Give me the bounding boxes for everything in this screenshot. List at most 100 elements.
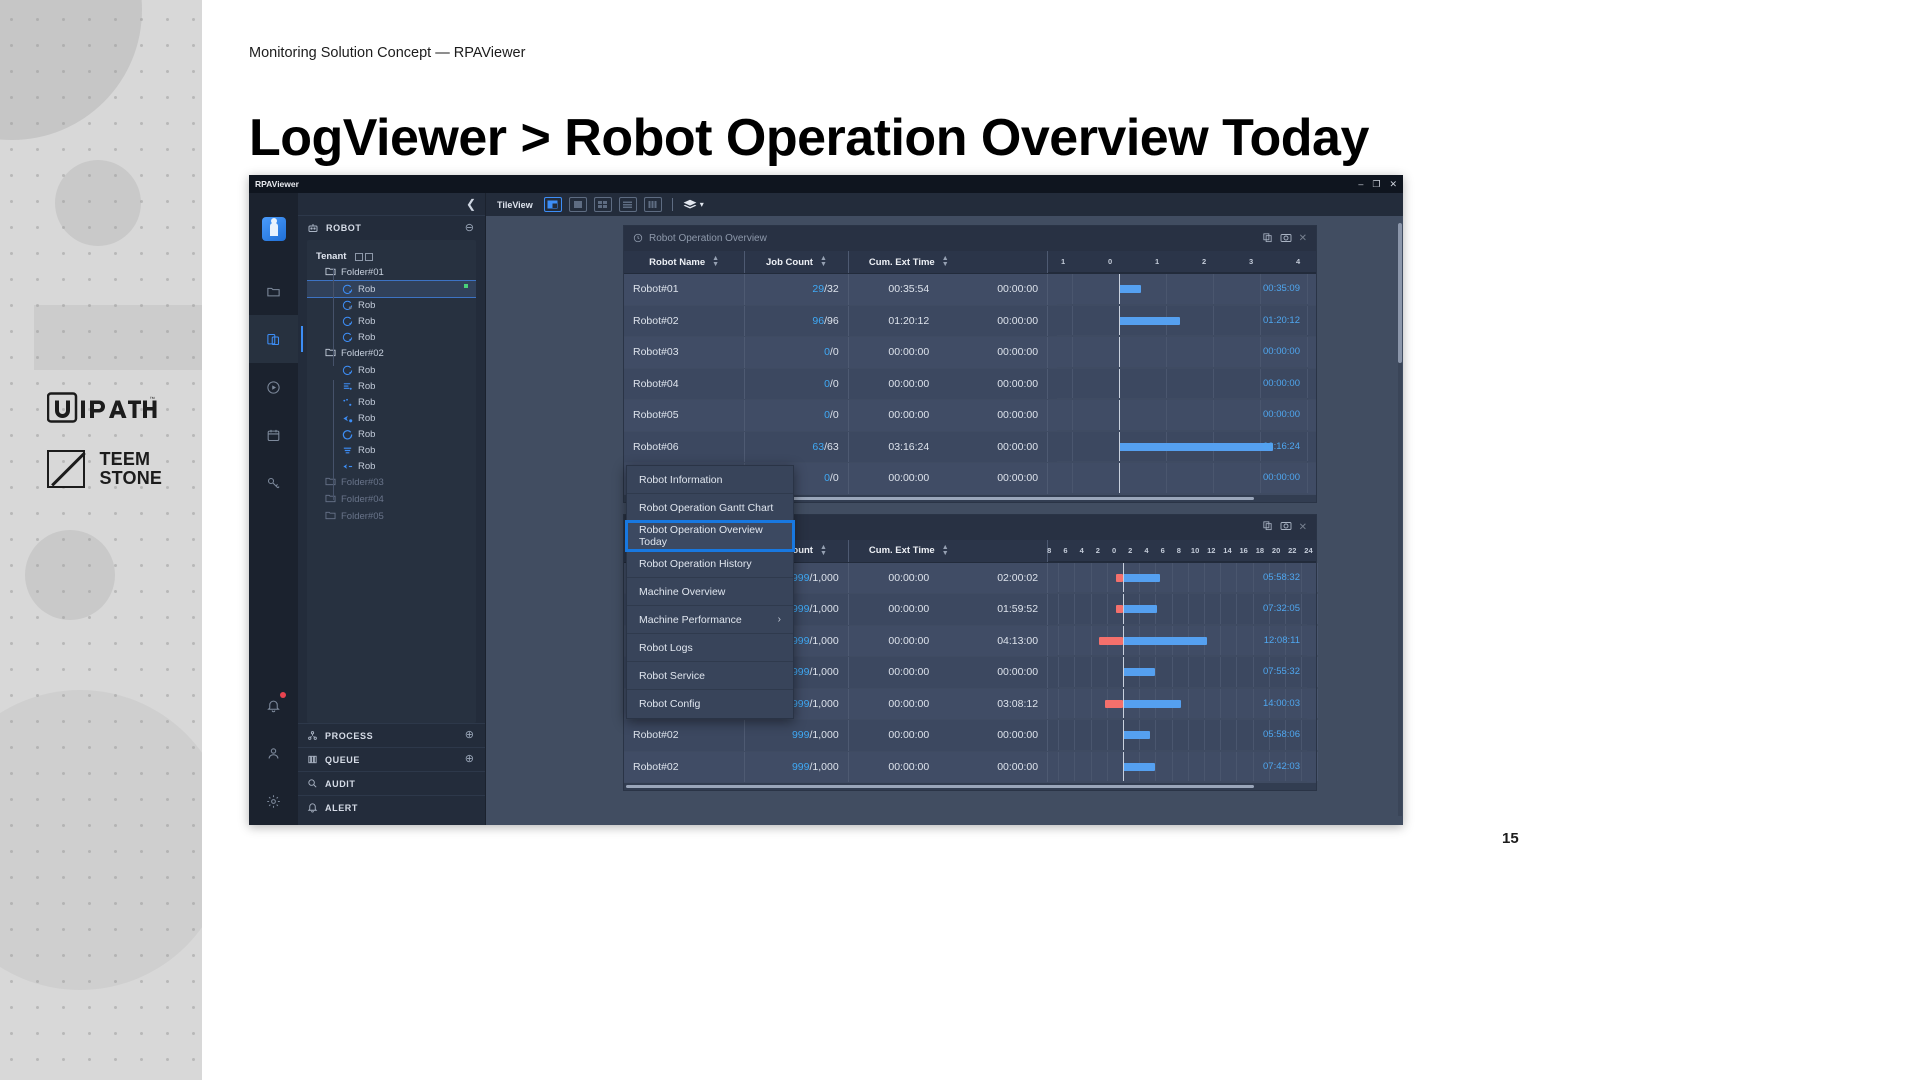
navigation-sidebar: ❮ ROBOT ⊖ Tenant Folder#01 Rob Rob Rob R… — [298, 193, 486, 825]
table-row[interactable]: Robot#03 0/0 00:00:00 00:00:00 00:00:00 — [624, 336, 1316, 369]
context-menu-item-1[interactable]: Robot Operation Gantt Chart — [627, 494, 793, 522]
cell-ext-time: 00:00:00 — [968, 399, 1048, 432]
columns-icon[interactable] — [643, 197, 662, 212]
snapshot-icon[interactable] — [1280, 230, 1292, 248]
teemstone-line1: TEEM — [99, 449, 151, 469]
close-button[interactable]: ✕ — [1389, 179, 1397, 189]
now-marker — [1119, 368, 1121, 398]
table-row[interactable]: Robot#02 999/1,000 00:00:00 00:00:00 07:… — [624, 751, 1319, 783]
cell-ext-time: 00:00:00 — [968, 336, 1048, 369]
context-menu-item-4[interactable]: Machine Overview — [627, 578, 793, 606]
tree-label: Rob — [358, 396, 376, 408]
cell-ext-time: 00:00:00 — [968, 719, 1048, 752]
table-row[interactable]: Robot#01 29/32 00:35:54 00:00:00 00:35:0… — [624, 273, 1316, 306]
maximize-button[interactable]: ❐ — [1372, 179, 1380, 189]
now-marker — [1119, 274, 1121, 304]
close-icon[interactable]: ✕ — [1299, 522, 1307, 533]
tree-label: Folder#04 — [341, 494, 384, 505]
col-header-job-count[interactable]: Job Count▲▼ — [744, 251, 849, 274]
context-menu-item-0[interactable]: Robot Information — [627, 466, 793, 494]
table-row[interactable]: Robot#02 999/1,000 00:00:00 00:00:00 05:… — [624, 719, 1319, 752]
sort-icon[interactable]: ▲▼ — [820, 544, 827, 557]
sidebar-section-label: PROCESS — [325, 730, 374, 741]
axis-tick: 10 — [1190, 545, 1200, 555]
duplicate-icon[interactable] — [1262, 518, 1273, 536]
tile-active-icon[interactable] — [543, 197, 562, 212]
sidebar-section-label: ALERT — [325, 802, 358, 813]
rail-item-keys[interactable] — [249, 459, 298, 507]
now-marker — [1123, 720, 1125, 750]
robot-dots-icon — [341, 396, 353, 408]
close-icon[interactable]: ✕ — [1299, 233, 1307, 244]
rail-item-settings[interactable] — [249, 777, 298, 825]
tree-label: Rob — [358, 412, 376, 424]
gantt-bar — [1123, 605, 1158, 613]
context-menu-item-6[interactable]: Robot Logs — [627, 634, 793, 662]
context-menu-item-5[interactable]: Machine Performance › — [627, 606, 793, 634]
tree-node-tenant[interactable]: Tenant — [307, 249, 476, 264]
chevron-right-icon: › — [777, 614, 781, 625]
tenant-expand-buttons[interactable] — [355, 252, 374, 261]
cell-job-count: 999/1,000 — [744, 751, 849, 783]
panel-title: Robot Operation Overview — [649, 233, 767, 244]
sidebar-collapse-button[interactable]: ❮ — [298, 193, 485, 215]
rows-icon[interactable] — [618, 197, 637, 212]
cell-gantt: 14:00:03 — [1047, 688, 1319, 720]
context-menu-label: Robot Service — [639, 669, 705, 682]
table-row[interactable]: Robot#02 96/96 01:20:12 00:00:00 01:20:1… — [624, 305, 1316, 337]
sidebar-section-toggle[interactable]: ⊕ — [465, 730, 474, 741]
sidebar-section-process[interactable]: PROCESS ⊕ — [298, 723, 485, 747]
col-header-cum-ext-time[interactable]: Cum. Ext Time ▲ ▼ — [847, 251, 969, 274]
col-header-name[interactable]: Robot Name ▲ ▼ — [624, 251, 745, 274]
now-marker — [1119, 400, 1121, 430]
sidebar-section-queue[interactable]: QUEUE ⊕ — [298, 747, 485, 771]
sort-icon[interactable]: ▲▼ — [942, 255, 949, 268]
tree-label: Rob — [358, 315, 376, 327]
rail-item-alerts[interactable] — [249, 681, 298, 729]
horizontal-scrollbar[interactable] — [624, 783, 1316, 790]
rail-item-users[interactable] — [249, 729, 298, 777]
sidebar-section-toggle[interactable]: ⊖ — [465, 222, 474, 234]
cell-ext-time: 00:00:00 — [968, 656, 1048, 689]
page-number: 15 — [1502, 830, 1519, 847]
sidebar-section-audit[interactable]: AUDIT — [298, 771, 485, 795]
context-menu-item-3[interactable]: Robot Operation History — [627, 550, 793, 578]
rail-item-schedule[interactable] — [249, 411, 298, 459]
cell-ext-time: 00:00:00 — [968, 751, 1048, 783]
robot-logo-icon[interactable] — [249, 205, 298, 253]
context-menu-item-7[interactable]: Robot Service — [627, 662, 793, 690]
context-menu-label: Robot Information — [639, 473, 723, 486]
col-header-cum-ext-time[interactable]: Cum. Ext Time ▲ ▼ — [847, 539, 969, 563]
square-icon[interactable] — [568, 197, 587, 212]
rail-item-jobs[interactable] — [249, 363, 298, 411]
axis-tick: 4 — [1144, 545, 1149, 555]
snapshot-icon[interactable] — [1280, 518, 1292, 536]
duplicate-icon[interactable] — [1262, 230, 1273, 248]
audit-icon — [307, 778, 318, 789]
sort-icon[interactable]: ▲▼ — [820, 255, 827, 268]
grid-icon[interactable] — [593, 197, 612, 212]
sort-icon[interactable]: ▲▼ — [942, 544, 949, 557]
sidebar-section-robot[interactable]: ROBOT ⊖ — [298, 215, 485, 240]
context-menu-item-8[interactable]: Robot Config — [627, 690, 793, 718]
cell-gantt: 00:00:00 — [1047, 399, 1316, 432]
sidebar-section-toggle[interactable]: ⊕ — [465, 754, 474, 765]
layers-icon[interactable]: ▾ — [683, 199, 704, 211]
table-row[interactable]: Robot#06 63/63 03:16:24 00:00:00 03:16:2… — [624, 431, 1316, 463]
context-menu-item-2[interactable]: Robot Operation Overview Today — [625, 520, 795, 552]
table-row[interactable]: Robot#05 0/0 00:00:00 00:00:00 00:00:00 — [624, 399, 1316, 432]
sidebar-section-alert[interactable]: ALERT — [298, 795, 485, 819]
rail-item-folder[interactable] — [249, 267, 298, 315]
rail-item-monitor[interactable] — [249, 315, 303, 363]
sort-icon[interactable]: ▲▼ — [712, 255, 719, 268]
col-header-axis: 1 0 1 2 3 4 — [1047, 251, 1316, 274]
folder-icon — [325, 510, 336, 523]
teemstone-line2: STONE — [99, 468, 163, 488]
table-row[interactable]: Robot#04 0/0 00:00:00 00:00:00 00:00:00 — [624, 368, 1316, 400]
vertical-scrollbar[interactable] — [1398, 223, 1402, 816]
tree-folder-Folder#05[interactable]: Folder#05 — [307, 508, 476, 525]
minimize-button[interactable]: – — [1358, 179, 1363, 189]
gantt-end-time: 05:58:06 — [1263, 729, 1300, 740]
tree-label: Rob — [358, 331, 376, 343]
folder-icon — [325, 266, 336, 279]
